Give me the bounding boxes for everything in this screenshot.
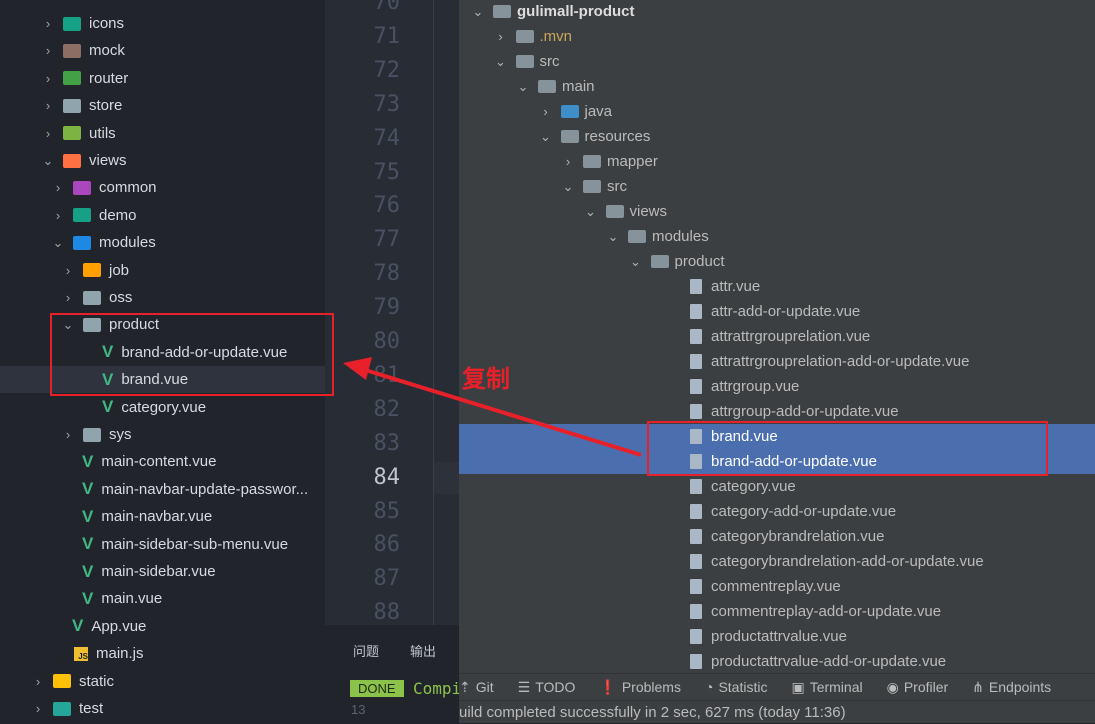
- copy-arrow: [343, 357, 642, 457]
- copy-annotation: 复制: [462, 366, 510, 393]
